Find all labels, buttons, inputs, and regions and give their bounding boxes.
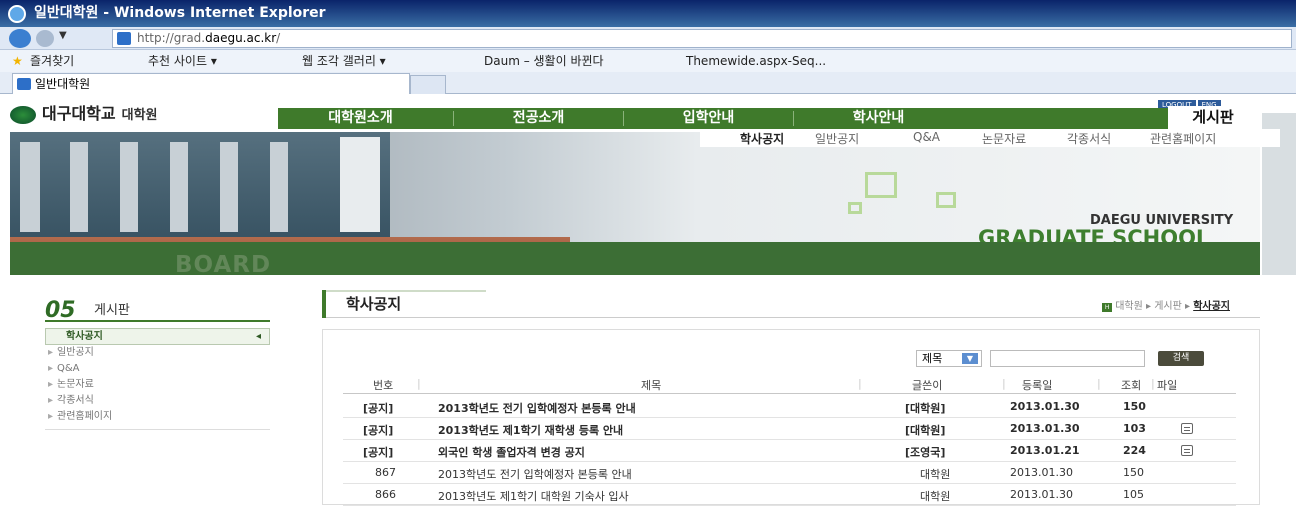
url-input[interactable]: http://grad.daegu.ac.kr/	[112, 29, 1292, 48]
sidebar-item-qna[interactable]: ▸ Q&A	[45, 361, 270, 377]
home-icon: H	[1102, 303, 1113, 312]
forward-button[interactable]	[36, 30, 54, 47]
content-header: 학사공지 H 대학원 ▸ 게시판 ▸ 학사공지	[322, 290, 1260, 318]
lnb-item-thesis[interactable]: 논문자료	[982, 130, 1026, 147]
page-title: 학사공지	[346, 295, 402, 313]
main-content: 학사공지 H 대학원 ▸ 게시판 ▸ 학사공지 제목 ▼ 검색 번호 | 제목 | 글쓴…	[322, 290, 1260, 506]
gnb-item-admission[interactable]: 입학안내	[626, 108, 791, 129]
sidebar-item-thesis[interactable]: ▸ 논문자료	[45, 377, 270, 393]
gnb-item-board[interactable]: 게시판	[1168, 106, 1258, 129]
sidebar: 05 게시판 학사공지 ◂ ▸ 일반공지 ▸ Q&A ▸ 논문자료 ▸ 각종서식 ▸ 관련홈…	[45, 298, 270, 430]
sidebar-item-forms[interactable]: ▸ 각종서식	[45, 393, 270, 409]
lnb-item-general-notice[interactable]: 일반공지	[815, 130, 859, 147]
attachment-icon[interactable]	[1181, 445, 1193, 456]
site-logo[interactable]: 대구대학교 대학원	[10, 100, 158, 124]
arrow-icon: ◂	[255, 331, 261, 342]
sidebar-item-general-notice[interactable]: ▸ 일반공지	[45, 345, 270, 361]
table-header: 번호 | 제목 | 글쓴이 | 등록일 | 조회 | 파일	[343, 373, 1236, 394]
board-table: 제목 ▼ 검색 번호 | 제목 | 글쓴이 | 등록일 | 조회 | 파일 [공지] 201…	[322, 329, 1260, 506]
address-bar: ▼ http://grad.daegu.ac.kr/	[0, 27, 1296, 50]
post-title-link[interactable]: 2013학년도 제1학기 재학생 등록 안내	[438, 422, 623, 438]
table-row[interactable]: 867 2013학년도 전기 입학예정자 본등록 안내 대학원 2013.01.…	[343, 462, 1236, 484]
search-button[interactable]: 검색	[1158, 351, 1204, 366]
table-row[interactable]: [공지] 2013학년도 전기 입학예정자 본등록 안내 [대학원] 2013.…	[343, 396, 1236, 418]
lnb-item-academic-notice[interactable]: 학사공지	[740, 130, 784, 147]
window-titlebar: 일반대학원 - Windows Internet Explorer	[0, 0, 1296, 27]
ie-icon	[8, 5, 26, 23]
table-row[interactable]: 866 2013학년도 제1학기 대학원 기숙사 입사 대학원 2013.01.…	[343, 484, 1236, 506]
tab-bar: 일반대학원	[0, 72, 1296, 94]
web-page: 대구대학교 대학원 LOGOUT ENG 대학원소개 전공소개 입학안내 학사안내 …	[0, 95, 1296, 506]
lnb-item-related-sites[interactable]: 관련홈페이지	[1150, 130, 1216, 147]
local-nav: 학사공지 일반공지 Q&A 논문자료 각종서식 관련홈페이지	[700, 129, 1280, 147]
post-title-link[interactable]: 외국인 학생 졸업자격 변경 공지	[438, 444, 585, 460]
hero-board-text: BOARD	[175, 252, 272, 278]
fav-link-themewide[interactable]: Themewide.aspx-Seq...	[686, 50, 826, 72]
page-icon	[117, 32, 131, 45]
fav-link-daum[interactable]: Daum – 생활이 바뀐다	[484, 50, 604, 72]
lnb-item-qna[interactable]: Q&A	[913, 130, 940, 144]
gnb-item-majors[interactable]: 전공소개	[456, 108, 621, 129]
post-title-link[interactable]: 2013학년도 전기 입학예정자 본등록 안내	[438, 400, 636, 416]
sidebar-title: 게시판	[94, 303, 130, 318]
sidebar-item-academic-notice[interactable]: 학사공지 ◂	[45, 328, 270, 345]
post-title-link[interactable]: 2013학년도 전기 입학예정자 본등록 안내	[438, 466, 632, 482]
university-emblem-icon	[10, 105, 36, 124]
gnb-item-intro[interactable]: 대학원소개	[278, 108, 443, 129]
breadcrumb: H 대학원 ▸ 게시판 ▸ 학사공지	[1102, 297, 1230, 312]
browser-tab[interactable]: 일반대학원	[12, 73, 410, 94]
history-dropdown-icon[interactable]: ▼	[59, 30, 67, 41]
favorites-bar: ★ 즐겨찾기 추천 사이트 ▾ 웹 조각 갤러리 ▾ Daum – 생활이 바뀐…	[0, 50, 1296, 72]
lnb-item-forms[interactable]: 각종서식	[1067, 130, 1111, 147]
chevron-down-icon: ▼	[962, 353, 978, 364]
new-tab-button[interactable]	[410, 75, 446, 94]
favorites-star-icon: ★	[12, 54, 23, 68]
post-title-link[interactable]: 2013학년도 제1학기 대학원 기숙사 입사	[438, 488, 629, 504]
sidebar-item-related-sites[interactable]: ▸ 관련홈페이지	[45, 409, 270, 425]
window-title: 일반대학원 - Windows Internet Explorer	[34, 5, 326, 21]
search-field-select[interactable]: 제목 ▼	[916, 350, 982, 367]
fav-link-suggested[interactable]: 추천 사이트 ▾	[148, 50, 217, 72]
gnb-item-academic[interactable]: 학사안내	[796, 108, 961, 129]
fav-link-webslice[interactable]: 웹 조각 갤러리 ▾	[302, 50, 386, 72]
attachment-icon[interactable]	[1181, 423, 1193, 434]
table-row[interactable]: [공지] 2013학년도 제1학기 재학생 등록 안내 [대학원] 2013.0…	[343, 418, 1236, 440]
favorites-button[interactable]: 즐겨찾기	[30, 50, 74, 72]
table-row[interactable]: [공지] 외국인 학생 졸업자격 변경 공지 [조영국] 2013.01.21 …	[343, 440, 1236, 462]
back-button[interactable]	[9, 29, 31, 48]
global-nav: 대학원소개 전공소개 입학안내 학사안내	[278, 108, 1168, 129]
search-input[interactable]	[990, 350, 1145, 367]
tab-favicon-icon	[17, 78, 31, 90]
